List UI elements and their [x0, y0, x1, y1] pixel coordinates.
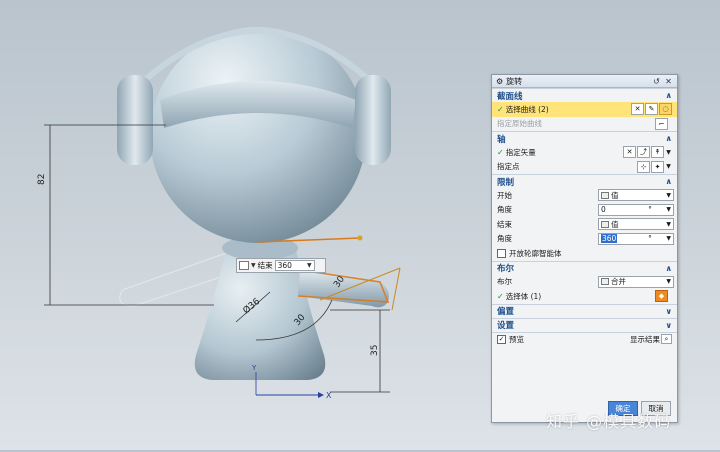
model-ear-right	[355, 75, 391, 165]
point-dialog-icon[interactable]: ⊹	[637, 160, 650, 173]
start-angle-input[interactable]: 0 ° ▼	[598, 203, 674, 216]
select-curve-row[interactable]: ✓ 选择曲线 (2) ✕ ✎ ◌	[492, 102, 677, 117]
end-angle-input[interactable]: 360 ° ▼	[598, 232, 674, 245]
chevron-down-icon: ▼	[666, 191, 671, 199]
boolean-row: 布尔 合并 ▼	[492, 275, 677, 290]
chevron-down-icon[interactable]: ▼	[663, 235, 671, 242]
close-icon[interactable]: ✕	[664, 77, 673, 86]
magnifier-icon[interactable]: ⌕	[661, 334, 672, 345]
specify-origin-curve-label: 指定原始曲线	[497, 119, 542, 129]
preview-checkbox[interactable]: ✓	[497, 334, 506, 344]
select-body-row[interactable]: ✓ 选择体 (1) ◆	[492, 289, 677, 304]
section-limits-header[interactable]: 限制 ∧	[492, 174, 677, 188]
chevron-down-icon: ▼	[666, 220, 671, 228]
chevron-down-icon[interactable]: ▼	[307, 262, 312, 269]
start-angle-row: 角度 0 ° ▼	[492, 203, 677, 218]
chevron-up-icon[interactable]: ∧	[666, 91, 673, 100]
axis-y-label: Y	[251, 364, 257, 372]
sketch-icon[interactable]: ✎	[645, 103, 658, 116]
chevron-down-icon[interactable]: ▼	[665, 146, 672, 158]
dialog-titlebar[interactable]: ⚙ 旋转 ↺ ✕	[492, 75, 677, 88]
preview-row: ✓ 预览 显示结果 ⌕	[492, 331, 677, 347]
start-row: 开始 值 ▼	[492, 188, 677, 203]
chevron-up-icon[interactable]: ∧	[666, 134, 673, 143]
value-icon	[601, 220, 609, 228]
revolve-dialog: ⚙ 旋转 ↺ ✕ 截面线 ∧ ✓ 选择曲线 (2) ✕ ✎ ◌ 指定原始曲线 ⌐…	[491, 74, 678, 423]
start-type-select[interactable]: 值 ▼	[598, 189, 674, 202]
end-row: 结束 值 ▼	[492, 217, 677, 232]
chevron-down-icon[interactable]: ∨	[666, 321, 673, 330]
dialog-title: 旋转	[506, 76, 523, 86]
value-icon	[601, 191, 609, 199]
open-profile-label: 开放轮廓智能体	[509, 248, 562, 258]
model-head	[150, 27, 366, 243]
unite-icon	[601, 278, 609, 286]
curve-select-icon[interactable]: ◌	[659, 103, 672, 116]
dim-height-label: 35	[370, 345, 380, 356]
chevron-down-icon[interactable]: ▼	[663, 206, 671, 213]
axis-x-label: X	[326, 391, 332, 400]
open-profile-checkbox[interactable]	[497, 248, 506, 258]
value-type-icon[interactable]	[239, 261, 249, 270]
open-profile-row[interactable]: 开放轮廓智能体	[492, 246, 677, 261]
check-icon: ✓	[497, 291, 504, 301]
chevron-down-icon[interactable]: ▼	[665, 161, 672, 173]
gear-icon[interactable]: ⚙	[496, 77, 503, 86]
check-icon: ✓	[497, 147, 504, 157]
chevron-down-icon[interactable]: ∨	[666, 307, 673, 316]
vector-dialog-icon[interactable]: ⤴	[637, 146, 650, 159]
vector-type-icon[interactable]: ↟	[651, 146, 664, 159]
reset-icon[interactable]: ↺	[652, 77, 661, 86]
preview-label: 预览	[509, 334, 524, 344]
float-end-value: 360	[277, 261, 292, 270]
end-angle-onscreen-input[interactable]: ▼ 结束 360 ▼	[236, 258, 326, 273]
end-type-select[interactable]: 值 ▼	[598, 218, 674, 231]
section-boolean-header[interactable]: 布尔 ∧	[492, 260, 677, 275]
show-result-label[interactable]: 显示结果	[630, 334, 660, 345]
origin-curve-icon[interactable]: ⌐	[655, 117, 668, 130]
body-select-icon[interactable]: ◆	[655, 290, 668, 303]
point-type-icon[interactable]: ✦	[651, 160, 664, 173]
watermark: 知乎 @模具数码	[546, 412, 672, 431]
deselect-icon[interactable]: ✕	[631, 103, 644, 116]
float-end-label: 结束	[257, 261, 273, 270]
chevron-down-icon[interactable]: ▼	[251, 262, 256, 269]
select-body-label: 选择体 (1)	[505, 291, 542, 301]
section-offset-header[interactable]: 偏置 ∨	[492, 303, 677, 318]
select-curve-label: 选择曲线 (2)	[505, 104, 549, 114]
reverse-direction-icon[interactable]: ✕	[623, 146, 636, 159]
specify-vector-label: 指定矢量	[505, 147, 536, 157]
section-curve-header[interactable]: 截面线 ∧	[492, 88, 677, 102]
chevron-down-icon: ▼	[666, 278, 671, 286]
specify-origin-curve-row[interactable]: 指定原始曲线 ⌐	[492, 117, 677, 132]
model-ear-left	[117, 75, 153, 165]
section-settings-header[interactable]: 设置 ∨	[492, 317, 677, 332]
dim-vertical-label: 82	[37, 174, 47, 185]
chevron-up-icon[interactable]: ∧	[666, 264, 673, 273]
float-end-value-field[interactable]: 360 ▼	[274, 260, 315, 271]
section-axis-header[interactable]: 轴 ∧	[492, 131, 677, 145]
chevron-up-icon[interactable]: ∧	[666, 177, 673, 186]
specify-point-label: 指定点	[497, 162, 520, 172]
check-icon: ✓	[497, 104, 504, 114]
boolean-select[interactable]: 合并 ▼	[598, 275, 674, 288]
specify-point-row[interactable]: 指定点 ⊹ ✦ ▼	[492, 160, 677, 175]
specify-vector-row[interactable]: ✓ 指定矢量 ✕ ⤴ ↟ ▼	[492, 145, 677, 160]
end-angle-row: 角度 360 ° ▼	[492, 232, 677, 247]
